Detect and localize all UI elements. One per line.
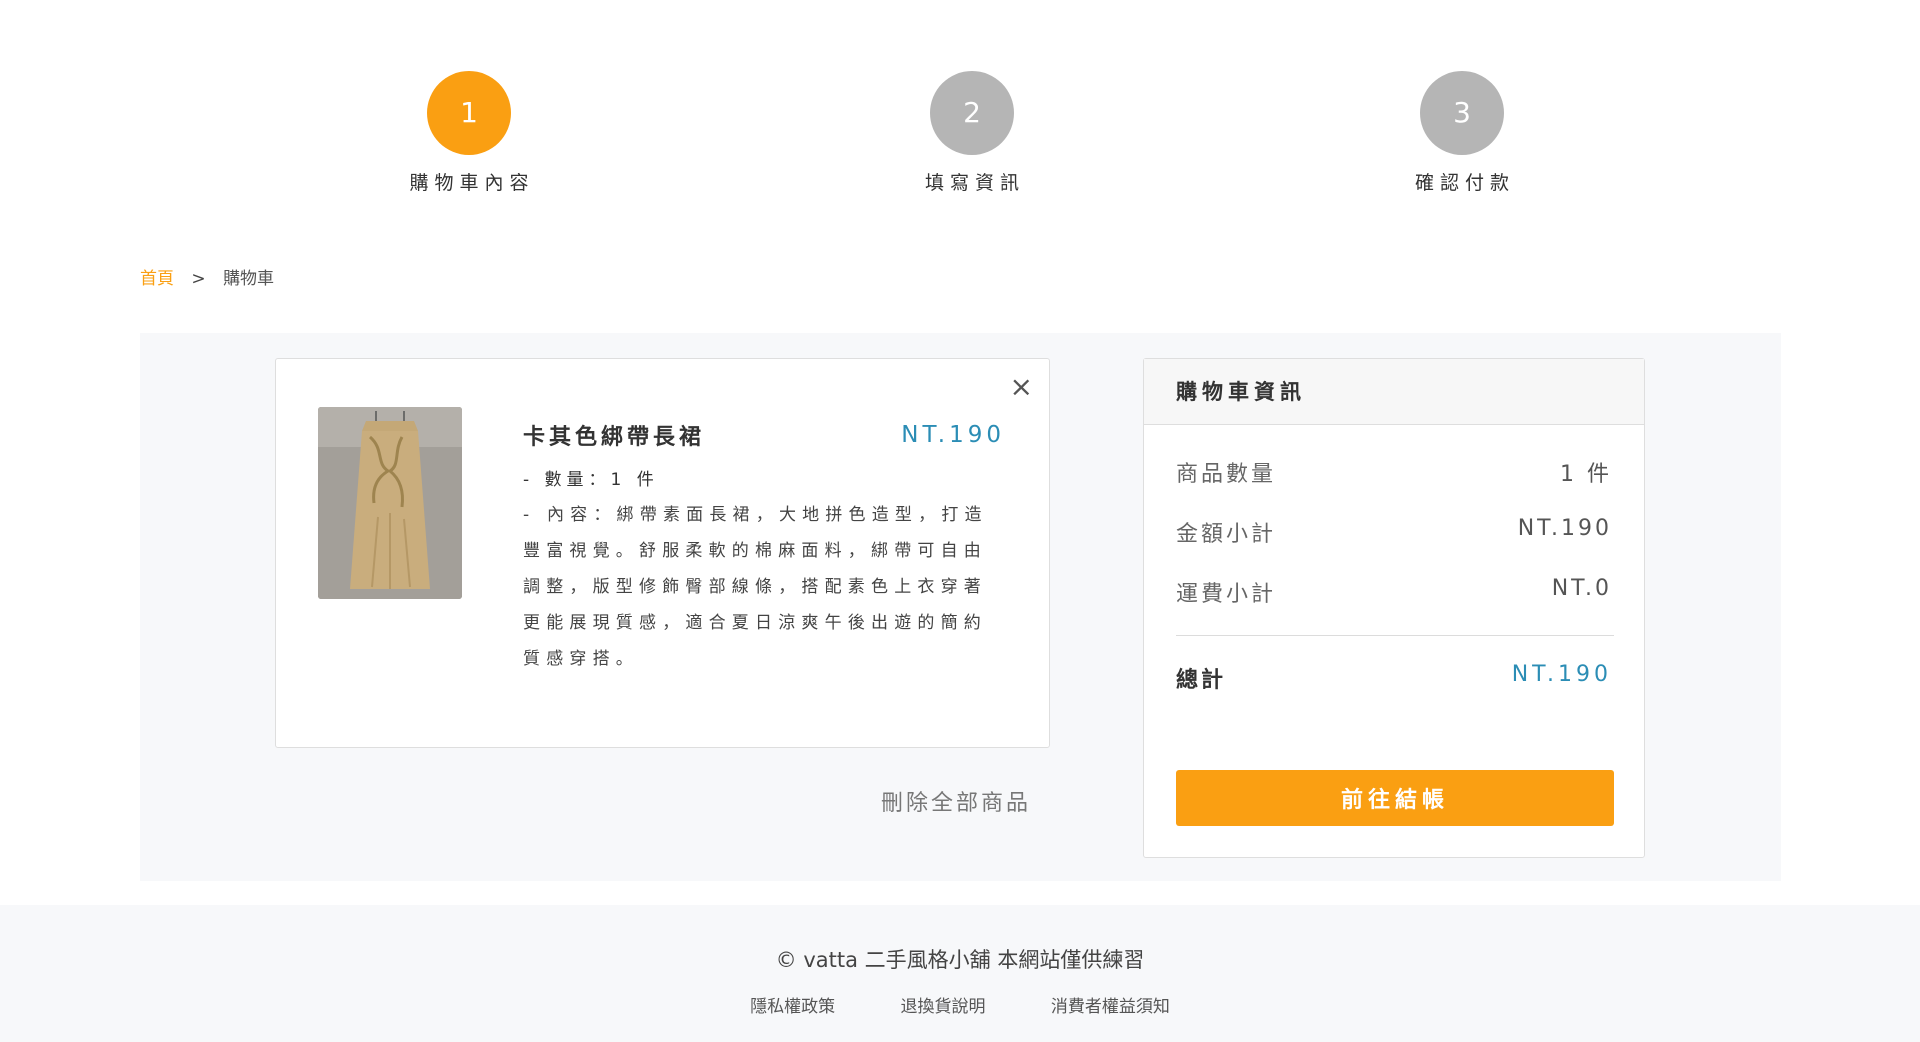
remove-item-close-icon[interactable]: ×: [1010, 373, 1033, 401]
summary-quantity-label: 商品數量: [1176, 462, 1277, 487]
summary-title: 購物車資訊: [1144, 359, 1644, 425]
summary-subtotal-value: NT.190: [1517, 516, 1612, 541]
step-2-label: 填寫資訊: [924, 172, 1025, 194]
checkout-button[interactable]: 前往結帳: [1176, 770, 1614, 826]
product-quantity: - 數量：1 件: [523, 470, 659, 490]
product-description: - 內容：綁帶素面長裙，大地拼色造型，打造豐富視覺。舒服柔軟的棉麻面料，綁帶可自…: [523, 505, 988, 669]
footer-link-returns[interactable]: 退換貨說明: [901, 992, 986, 1017]
step-1: 1 購物車內容: [349, 71, 589, 195]
cart-item-card: × 卡其色綁帶長裙 NT.190 - 數量：1 件 - 內容：綁帶素面長裙，大地…: [275, 358, 1050, 748]
footer-links: 隱私權政策 退換貨說明 消費者權益須知: [0, 992, 1920, 1017]
breadcrumb-separator: >: [191, 269, 206, 289]
summary-total-value: NT.190: [1511, 662, 1612, 687]
summary-total-label: 總計: [1176, 668, 1227, 693]
summary-shipping-value: NT.0: [1551, 576, 1612, 601]
delete-all-button[interactable]: 刪除全部商品: [881, 785, 1031, 817]
step-2-circle: 2: [930, 71, 1014, 155]
checkout-steps: 1 購物車內容 2 填寫資訊 3 確認付款: [0, 71, 1920, 201]
product-image[interactable]: [318, 407, 462, 599]
breadcrumb-home-link[interactable]: 首頁: [140, 269, 174, 289]
footer-copyright: © vatta 二手風格小舖 本網站僅供練習: [775, 948, 1145, 972]
step-1-circle: 1: [427, 71, 511, 155]
step-1-label: 購物車內容: [409, 172, 535, 194]
breadcrumb: 首頁 > 購物車: [140, 264, 274, 289]
summary-row-quantity: 商品數量 1 件: [1176, 456, 1614, 488]
cart-summary: 購物車資訊 商品數量 1 件 金額小計 NT.190 運費小計 NT.0 總計 …: [1143, 358, 1645, 858]
step-3-label: 確認付款: [1414, 172, 1515, 194]
skirt-photo-icon: [318, 407, 462, 599]
step-2: 2 填寫資訊: [852, 71, 1092, 195]
summary-total: 總計 NT.190: [1176, 662, 1614, 694]
product-price: NT.190: [901, 422, 1005, 448]
cart-area: × 卡其色綁帶長裙 NT.190 - 數量：1 件 - 內容：綁帶素面長裙，大地…: [140, 333, 1781, 881]
summary-subtotal-label: 金額小計: [1176, 522, 1277, 547]
step-3-circle: 3: [1420, 71, 1504, 155]
footer-link-consumer-rights[interactable]: 消費者權益須知: [1051, 992, 1170, 1017]
breadcrumb-current: 購物車: [223, 269, 275, 289]
summary-divider: [1176, 635, 1614, 636]
summary-row-subtotal: 金額小計 NT.190: [1176, 516, 1614, 548]
product-name: 卡其色綁帶長裙: [523, 425, 706, 450]
step-3: 3 確認付款: [1342, 71, 1582, 195]
summary-quantity-value: 1 件: [1560, 462, 1612, 487]
footer: © vatta 二手風格小舖 本網站僅供練習 隱私權政策 退換貨說明 消費者權益…: [0, 905, 1920, 1042]
summary-shipping-label: 運費小計: [1176, 582, 1277, 607]
footer-link-privacy[interactable]: 隱私權政策: [750, 992, 835, 1017]
summary-row-shipping: 運費小計 NT.0: [1176, 576, 1614, 608]
